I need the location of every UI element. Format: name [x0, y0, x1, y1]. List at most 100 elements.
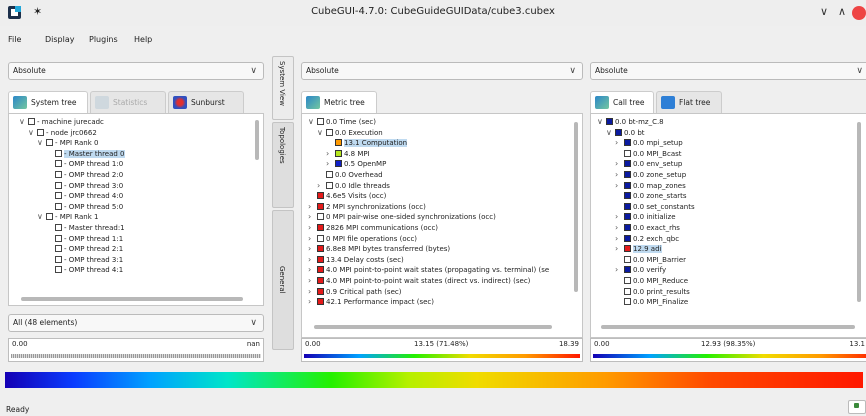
tree-row[interactable]: - OMP thread 3:0	[46, 181, 123, 191]
expand-toggle-icon[interactable]: ›	[308, 265, 317, 275]
tree-row[interactable]: › 0.5 OpenMP	[326, 159, 386, 169]
tree-row[interactable]: › 0.0 zone_setup	[615, 170, 686, 180]
tab-system-tree[interactable]: System tree	[8, 91, 88, 113]
tree-row[interactable]: › 0.0 map_zones	[615, 181, 686, 191]
tree-row[interactable]: › 6.8e8 MPI bytes transferred (bytes)	[308, 244, 450, 254]
expand-toggle-icon[interactable]: ›	[308, 212, 317, 222]
expand-toggle-icon[interactable]: ›	[308, 234, 317, 244]
expand-toggle-icon[interactable]: ›	[615, 223, 624, 233]
tree-row[interactable]: ∨ - MPI Rank 1	[37, 212, 98, 222]
tree-row[interactable]: - OMP thread 2:0	[46, 170, 123, 180]
tree-row[interactable]: ∨ 0.0 Time (sec)	[308, 117, 376, 127]
close-button[interactable]	[852, 6, 866, 20]
tree-row[interactable]: 0.0 Overhead	[317, 170, 383, 180]
tree-row[interactable]: › 0.0 verify	[615, 265, 666, 275]
tree-row[interactable]: - OMP thread 4:0	[46, 191, 123, 201]
tree-row[interactable]: ∨ 0.0 bt-mz_C.8	[597, 117, 664, 127]
tree-row[interactable]: › 4.0 MPI point-to-point wait states (dir…	[308, 276, 530, 286]
status-indicator[interactable]	[848, 400, 866, 414]
tab-flat-tree[interactable]: Flat tree	[656, 91, 722, 113]
tree-row[interactable]: › 0.9 Critical path (sec)	[308, 287, 401, 297]
minimize-button[interactable]: ∨	[820, 5, 828, 18]
expand-toggle-icon[interactable]: ›	[308, 255, 317, 265]
tree-row[interactable]: - OMP thread 2:1	[46, 244, 123, 254]
vertical-scrollbar[interactable]	[574, 122, 578, 292]
tree-row[interactable]: 13.1 Computation	[326, 138, 408, 148]
tree-row[interactable]: › 0.0 initialize	[615, 212, 676, 222]
tree-row[interactable]: - OMP thread 1:1	[46, 234, 123, 244]
tree-row[interactable]: ∨ 0.0 Execution	[317, 128, 383, 138]
expand-toggle-icon[interactable]: ›	[308, 244, 317, 254]
tree-row[interactable]: - OMP thread 4:1	[46, 265, 123, 275]
tree-row[interactable]: ∨ - node jrc0662	[28, 128, 97, 138]
tree-row[interactable]: - Master thread 0	[46, 149, 125, 159]
tree-row[interactable]: ∨ - MPI Rank 0	[37, 138, 98, 148]
tree-row[interactable]: ∨ - machine jurecadc	[19, 117, 104, 127]
call-value-mode-select[interactable]: Absolute ∨	[590, 62, 866, 80]
tree-row[interactable]: › 0.0 Idle threads	[317, 181, 390, 191]
maximize-button[interactable]: ∧	[838, 5, 846, 18]
expand-toggle-icon[interactable]: ›	[615, 159, 624, 169]
expand-toggle-icon[interactable]: ›	[326, 149, 335, 159]
tree-row[interactable]: › 42.1 Performance impact (sec)	[308, 297, 434, 307]
tree-row[interactable]: 0.0 zone_starts	[615, 191, 687, 201]
tab-sunburst[interactable]: Sunburst	[168, 91, 244, 113]
tab-general[interactable]: General	[272, 210, 294, 350]
expand-toggle-icon[interactable]: ∨	[28, 128, 37, 138]
tree-row[interactable]: - OMP thread 1:0	[46, 159, 123, 169]
expand-toggle-icon[interactable]: ›	[308, 297, 317, 307]
system-filter-select[interactable]: All (48 elements) ∨	[8, 314, 264, 332]
tree-row[interactable]: › 0 MPI pair-wise one-sided synchronizati…	[308, 212, 496, 222]
vertical-scrollbar[interactable]	[255, 120, 259, 160]
system-value-mode-select[interactable]: Absolute ∨	[8, 62, 264, 80]
expand-toggle-icon[interactable]: ›	[615, 212, 624, 222]
expand-toggle-icon[interactable]: ∨	[37, 138, 46, 148]
menu-help[interactable]: Help	[134, 35, 152, 44]
tree-row[interactable]: › 0.0 env_setup	[615, 159, 682, 169]
tree-row[interactable]: › 0 MPI file operations (occ)	[308, 234, 417, 244]
tab-statistics[interactable]: Statistics	[90, 91, 166, 113]
tree-row[interactable]: 0.0 MPI_Bcast	[615, 149, 682, 159]
expand-toggle-icon[interactable]: ›	[308, 223, 317, 233]
tree-row[interactable]: 0.0 print_results	[615, 287, 690, 297]
tree-row[interactable]: - OMP thread 3:1	[46, 255, 123, 265]
horizontal-scrollbar[interactable]	[601, 325, 855, 329]
expand-toggle-icon[interactable]: ›	[615, 265, 624, 275]
horizontal-scrollbar[interactable]	[21, 297, 243, 301]
horizontal-scrollbar[interactable]	[314, 325, 552, 329]
expand-toggle-icon[interactable]: ›	[615, 234, 624, 244]
expand-toggle-icon[interactable]: ›	[308, 287, 317, 297]
tree-row[interactable]: - Master thread:1	[46, 223, 125, 233]
tree-row[interactable]: › 4.0 MPI point-to-point wait states (pro…	[308, 265, 549, 275]
expand-toggle-icon[interactable]: ›	[308, 202, 317, 212]
tab-call-tree[interactable]: Call tree	[590, 91, 654, 113]
expand-toggle-icon[interactable]: ›	[615, 170, 624, 180]
tree-row[interactable]: 0.0 MPI_Barrier	[615, 255, 686, 265]
expand-toggle-icon[interactable]: ›	[615, 244, 624, 254]
expand-toggle-icon[interactable]: ›	[615, 138, 624, 148]
tree-row[interactable]: 4.6e5 Visits (occ)	[308, 191, 386, 201]
tab-metric-tree[interactable]: Metric tree	[301, 91, 377, 113]
tree-row[interactable]: › 13.4 Delay costs (sec)	[308, 255, 404, 265]
tree-row[interactable]: › 0.0 exact_rhs	[615, 223, 680, 233]
expand-toggle-icon[interactable]: ∨	[19, 117, 28, 127]
menu-file[interactable]: File	[8, 35, 21, 44]
menu-plugins[interactable]: Plugins	[89, 35, 118, 44]
expand-toggle-icon[interactable]: ›	[317, 181, 326, 191]
tree-row[interactable]: - OMP thread 5:0	[46, 202, 123, 212]
tab-topologies[interactable]: Topologies	[272, 122, 294, 208]
menu-display[interactable]: Display	[45, 35, 75, 44]
expand-toggle-icon[interactable]: ›	[308, 276, 317, 286]
vertical-scrollbar[interactable]	[857, 122, 861, 302]
expand-toggle-icon[interactable]: ∨	[606, 128, 615, 138]
expand-toggle-icon[interactable]: ›	[326, 159, 335, 169]
expand-toggle-icon[interactable]: ∨	[597, 117, 606, 127]
tree-row[interactable]: › 0.2 exch_qbc	[615, 234, 679, 244]
expand-toggle-icon[interactable]: ∨	[37, 212, 46, 222]
tab-system-view[interactable]: System View	[272, 56, 294, 120]
metric-value-mode-select[interactable]: Absolute ∨	[301, 62, 583, 80]
tree-row[interactable]: 0.0 set_constants	[615, 202, 695, 212]
tree-row[interactable]: ∨ 0.0 bt	[606, 128, 645, 138]
expand-toggle-icon[interactable]: ›	[615, 181, 624, 191]
tree-row[interactable]: › 4.8 MPI	[326, 149, 370, 159]
